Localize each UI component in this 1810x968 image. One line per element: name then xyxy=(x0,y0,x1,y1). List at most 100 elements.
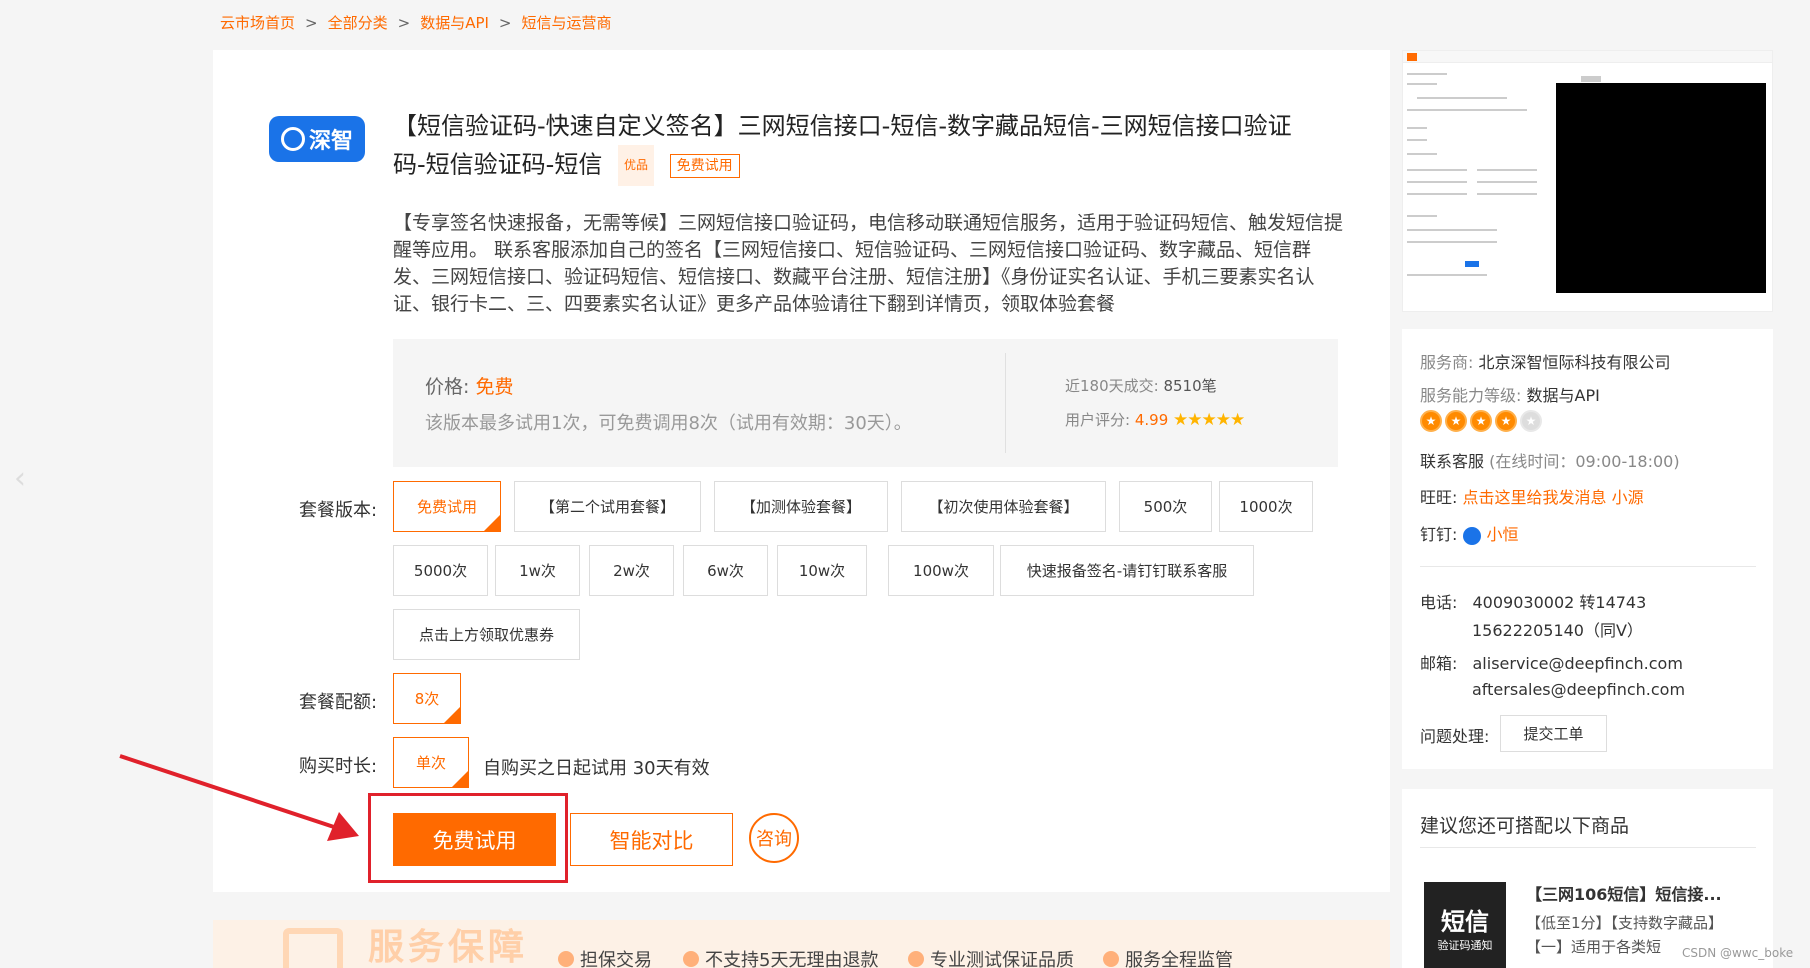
recommend-image-title: 短信 xyxy=(1441,907,1489,936)
level-star-empty-icon: ★ xyxy=(1520,410,1542,432)
service-hours: (在线时间：09:00-18:00) xyxy=(1489,452,1680,471)
wangwang-row: 旺旺: 点击这里给我发消息 小源 xyxy=(1420,484,1644,508)
rating-value: 4.99 xyxy=(1134,411,1169,429)
email-1: aliservice@deepfinch.com xyxy=(1472,654,1683,673)
recommend-panel: 建议您还可搭配以下商品 短信 验证码通知 【三网106短信】短信接... 【低至… xyxy=(1402,789,1773,968)
chevron-right-icon: > xyxy=(305,13,318,32)
package-option-extra-test[interactable]: 【加测体验套餐】 xyxy=(714,481,888,532)
provider-row: 服务商: 北京深智恒际科技有限公司 xyxy=(1420,349,1671,373)
product-title-text: 【短信验证码-快速自定义签名】三网短信接口-短信-数字藏品短信-三网短信接口验证… xyxy=(393,112,1292,179)
submit-ticket-button[interactable]: 提交工单 xyxy=(1500,715,1607,752)
package-option-500[interactable]: 500次 xyxy=(1119,481,1212,532)
breadcrumb-data-api[interactable]: 数据与API xyxy=(420,12,489,33)
rating-stars-icon: ★★★★★ xyxy=(1173,410,1245,430)
quota-option[interactable]: 8次 xyxy=(393,673,461,724)
price-divider xyxy=(1005,353,1006,453)
phone-1: 4009030002 转14743 xyxy=(1472,593,1647,612)
sales-label: 近180天成交: xyxy=(1065,377,1159,395)
guarantee-item: 担保交易 xyxy=(558,946,652,968)
wangwang-label: 旺旺: xyxy=(1420,488,1458,507)
service-guarantee: 服务保障 担保交易 不支持5天无理由退款 专业测试保证品质 服务全程监管 xyxy=(213,920,1390,968)
vendor-info: 服务商: 北京深智恒际科技有限公司 服务能力等级: 数据与API ★ ★ ★ ★… xyxy=(1402,329,1773,769)
package-option-10w[interactable]: 10w次 xyxy=(777,545,867,596)
logo-text: 深智 xyxy=(308,129,353,154)
service-row: 联系客服 (在线时间：09:00-18:00) xyxy=(1420,448,1680,472)
dingding-link[interactable]: 小恒 xyxy=(1487,525,1519,544)
check-circle-icon xyxy=(908,951,924,967)
email-2: aftersales@deepfinch.com xyxy=(1472,680,1686,699)
rating-label: 用户评分: xyxy=(1065,411,1131,429)
phone-2: 15622205140（同V） xyxy=(1472,621,1643,640)
screenshot-header xyxy=(1403,51,1772,63)
price-row: 价格: 免费 xyxy=(425,372,513,399)
rating-row: 用户评分: 4.99 ★★★★★ xyxy=(1065,409,1245,430)
divider xyxy=(1420,847,1756,848)
check-circle-icon xyxy=(1103,951,1119,967)
check-circle-icon xyxy=(558,951,574,967)
guarantee-shield-icon xyxy=(283,928,343,968)
vendor-logo: 深智 xyxy=(269,116,365,162)
dingding-icon xyxy=(1462,526,1481,545)
breadcrumb: 云市场首页 > 全部分类 > 数据与API > 短信与运营商 xyxy=(220,12,612,33)
product-panel: 深智 【短信验证码-快速自定义签名】三网短信接口-短信-数字藏品短信-三网短信接… xyxy=(213,50,1390,892)
package-option-2w[interactable]: 2w次 xyxy=(589,545,674,596)
guarantee-title: 服务保障 xyxy=(368,927,529,968)
chevron-right-icon: > xyxy=(498,13,512,32)
package-option-6w[interactable]: 6w次 xyxy=(683,545,768,596)
level-star-icon: ★ xyxy=(1470,410,1492,432)
package-option-quick-signature[interactable]: 快速报备签名-请钉钉联系客服 xyxy=(1000,545,1254,596)
dingding-row: 钉钉: 小恒 xyxy=(1420,521,1519,545)
level-star-icon: ★ xyxy=(1445,410,1467,432)
service-label: 联系客服 xyxy=(1420,452,1485,471)
email-label: 邮箱: xyxy=(1420,654,1458,673)
recommend-item-title[interactable]: 【三网106短信】短信接... xyxy=(1526,881,1722,905)
guarantee-item: 服务全程监管 xyxy=(1103,946,1233,968)
package-option-first-use[interactable]: 【初次使用体验套餐】 xyxy=(901,481,1106,532)
package-option-second-trial[interactable]: 【第二个试用套餐】 xyxy=(514,481,701,532)
highlight-box xyxy=(368,793,568,883)
quality-badge: 优品 xyxy=(617,145,654,186)
level-value: 数据与API xyxy=(1526,386,1600,405)
guarantee-item: 专业测试保证品质 xyxy=(908,946,1074,968)
issue-label: 问题处理: xyxy=(1420,727,1490,746)
package-option-1w[interactable]: 1w次 xyxy=(495,545,580,596)
recommend-item-image[interactable]: 短信 验证码通知 xyxy=(1424,882,1506,968)
recommend-image-sub: 验证码通知 xyxy=(1437,938,1493,952)
screenshot-form xyxy=(1407,69,1552,289)
package-option-100w[interactable]: 100w次 xyxy=(888,545,994,596)
guarantee-item: 不支持5天无理由退款 xyxy=(683,946,878,968)
logo-mark-icon xyxy=(280,127,305,151)
phone-label: 电话: xyxy=(1420,593,1458,612)
check-circle-icon xyxy=(683,951,699,967)
duration-option[interactable]: 单次 xyxy=(393,737,469,788)
guarantee-item-label: 专业测试保证品质 xyxy=(930,950,1074,968)
package-option-coupon[interactable]: 点击上方领取优惠券 xyxy=(393,609,580,660)
package-option-5000[interactable]: 5000次 xyxy=(393,545,488,596)
product-title: 【短信验证码-快速自定义签名】三网短信接口-短信-数字藏品短信-三网短信接口验证… xyxy=(393,108,1323,186)
carousel-prev-icon[interactable]: ‹ xyxy=(14,462,36,496)
breadcrumb-all-categories[interactable]: 全部分类 xyxy=(328,12,388,33)
price-box: 价格: 免费 该版本最多试用1次，可免费调用8次（试用有效期：30天）。 近18… xyxy=(393,339,1338,467)
duration-note: 自购买之日起试用 30天有效 xyxy=(483,758,710,779)
sales-value: 8510笔 xyxy=(1163,377,1217,395)
email-row: 邮箱: aliservice@deepfinch.com xyxy=(1420,650,1683,674)
breadcrumb-sms[interactable]: 短信与运营商 xyxy=(522,12,612,33)
annotation-arrow-icon xyxy=(119,754,359,841)
wangwang-link[interactable]: 点击这里给我发消息 小源 xyxy=(1463,488,1644,507)
price-label: 价格: xyxy=(425,376,470,398)
provider-name[interactable]: 北京深智恒际科技有限公司 xyxy=(1479,353,1671,372)
breadcrumb-home[interactable]: 云市场首页 xyxy=(220,12,295,33)
package-option-free-trial[interactable]: 免费试用 xyxy=(393,481,501,532)
sales-row: 近180天成交: 8510笔 xyxy=(1065,375,1217,396)
price-value: 免费 xyxy=(475,376,514,398)
product-screenshot[interactable] xyxy=(1402,50,1773,312)
smart-compare-button[interactable]: 智能对比 xyxy=(570,813,733,866)
guarantee-item-label: 担保交易 xyxy=(580,950,652,968)
package-label: 套餐版本: xyxy=(299,500,378,521)
watermark: CSDN @wwc_boke xyxy=(1682,946,1794,960)
screenshot-console xyxy=(1556,83,1766,293)
package-option-1000[interactable]: 1000次 xyxy=(1219,481,1313,532)
level-stars: ★ ★ ★ ★ ★ xyxy=(1420,410,1542,432)
screenshot-logo xyxy=(1407,53,1417,61)
consult-button[interactable]: 咨询 xyxy=(749,813,799,863)
